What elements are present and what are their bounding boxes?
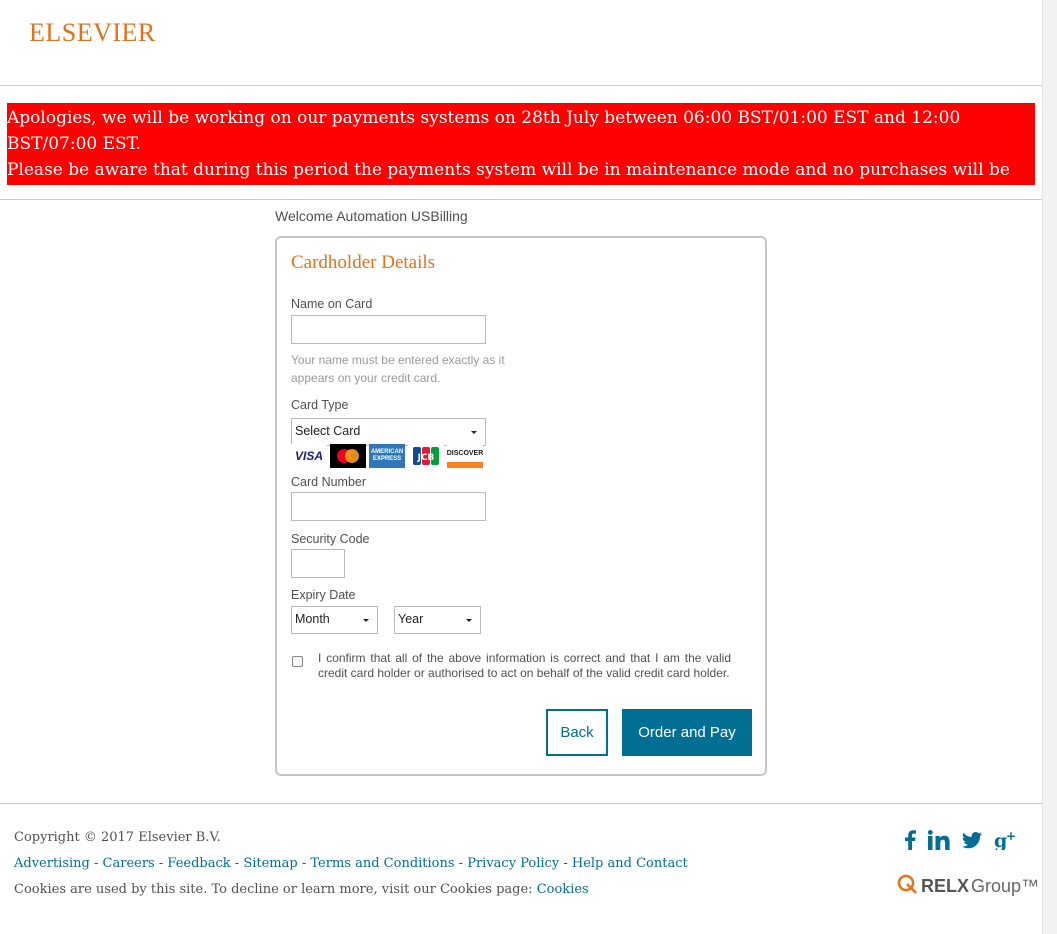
maintenance-banner: Apologies, we will be working on our pay… xyxy=(7,103,1035,232)
scrollbar[interactable] xyxy=(1042,0,1057,934)
expiry-month-select[interactable]: Month xyxy=(291,606,378,634)
divider xyxy=(0,199,1042,200)
linkedin-icon[interactable] xyxy=(928,830,950,850)
banner-line-3: Thank you for your understanding. xyxy=(7,212,308,232)
relx-group-logo[interactable]: RELX Group™ xyxy=(897,874,1039,899)
facebook-icon[interactable] xyxy=(904,830,916,850)
relx-mark-icon xyxy=(897,874,919,899)
link-separator: - xyxy=(154,856,168,871)
social-links: g + xyxy=(904,830,1016,850)
name-hint: Your name must be entered exactly as it … xyxy=(291,353,505,385)
cookies-notice: Cookies are used by this site. To declin… xyxy=(14,882,589,897)
link-separator: - xyxy=(454,856,468,871)
chevron-down-icon xyxy=(471,431,477,434)
card-type-select[interactable]: Select Card xyxy=(291,418,486,446)
footer-link-privacy[interactable]: Privacy Policy xyxy=(467,856,559,871)
discover-icon: DISCOVER xyxy=(447,444,483,468)
copyright-text: Copyright © 2017 Elsevier B.V. xyxy=(14,830,221,845)
name-on-card-label: Name on Card xyxy=(291,297,373,311)
welcome-text: Welcome Automation USBilling xyxy=(275,208,468,224)
svg-text:+: + xyxy=(1006,830,1016,843)
accepted-cards: VISA AMERICAN EXPRESS JCB DISCOVER xyxy=(291,444,483,468)
footer-link-advertising[interactable]: Advertising xyxy=(14,856,90,871)
banner-line-2: Please be aware that during this period … xyxy=(7,160,1010,206)
footer-link-help[interactable]: Help and Contact xyxy=(572,856,688,871)
header: ELSEVIER xyxy=(0,0,1042,86)
security-code-label: Security Code xyxy=(291,532,370,546)
relx-text: RELX xyxy=(921,876,970,896)
cookies-link[interactable]: Cookies xyxy=(537,882,589,897)
footer-divider xyxy=(0,803,1042,804)
footer-link-careers[interactable]: Careers xyxy=(103,856,155,871)
amex-icon: AMERICAN EXPRESS xyxy=(369,444,405,468)
expiry-year-select[interactable]: Year xyxy=(394,606,481,634)
name-on-card-input[interactable] xyxy=(291,315,486,344)
mastercard-icon xyxy=(330,444,366,468)
confirm-text: I confirm that all of the above informat… xyxy=(318,651,731,680)
chevron-down-icon xyxy=(466,619,472,622)
security-code-input[interactable] xyxy=(291,549,345,578)
footer-link-feedback[interactable]: Feedback xyxy=(167,856,230,871)
expiry-date-label: Expiry Date xyxy=(291,588,356,602)
link-separator: - xyxy=(559,856,572,871)
jcb-icon: JCB xyxy=(408,444,444,468)
link-separator: - xyxy=(230,856,244,871)
back-button[interactable]: Back xyxy=(546,709,608,756)
cardholder-details-panel: Cardholder Details Name on Card Your nam… xyxy=(275,236,767,776)
link-separator: - xyxy=(89,856,103,871)
cookies-text: Cookies are used by this site. To declin… xyxy=(14,882,537,897)
expiry-month-selected: Month xyxy=(295,612,330,626)
footer-link-sitemap[interactable]: Sitemap xyxy=(243,856,297,871)
card-type-selected: Select Card xyxy=(295,424,361,438)
google-plus-icon[interactable]: g + xyxy=(994,830,1016,850)
expiry-year-selected: Year xyxy=(398,612,424,626)
card-number-input[interactable] xyxy=(291,492,486,521)
relx-group-text: Group™ xyxy=(971,876,1040,896)
chevron-down-icon xyxy=(363,619,369,622)
confirm-checkbox[interactable] xyxy=(292,656,303,667)
card-type-label: Card Type xyxy=(291,398,349,412)
panel-title: Cardholder Details xyxy=(291,252,436,273)
visa-icon: VISA xyxy=(291,444,327,468)
card-number-label: Card Number xyxy=(291,475,367,489)
elsevier-logo[interactable]: ELSEVIER xyxy=(29,18,156,48)
footer-link-terms[interactable]: Terms and Conditions xyxy=(310,856,454,871)
order-and-pay-button[interactable]: Order and Pay xyxy=(622,709,752,756)
footer-links: Advertising - Careers - Feedback - Sitem… xyxy=(14,856,688,871)
banner-line-1: Apologies, we will be working on our pay… xyxy=(7,108,961,154)
link-separator: - xyxy=(297,856,311,871)
twitter-icon[interactable] xyxy=(962,831,982,849)
svg-text:JCB: JCB xyxy=(417,453,435,463)
